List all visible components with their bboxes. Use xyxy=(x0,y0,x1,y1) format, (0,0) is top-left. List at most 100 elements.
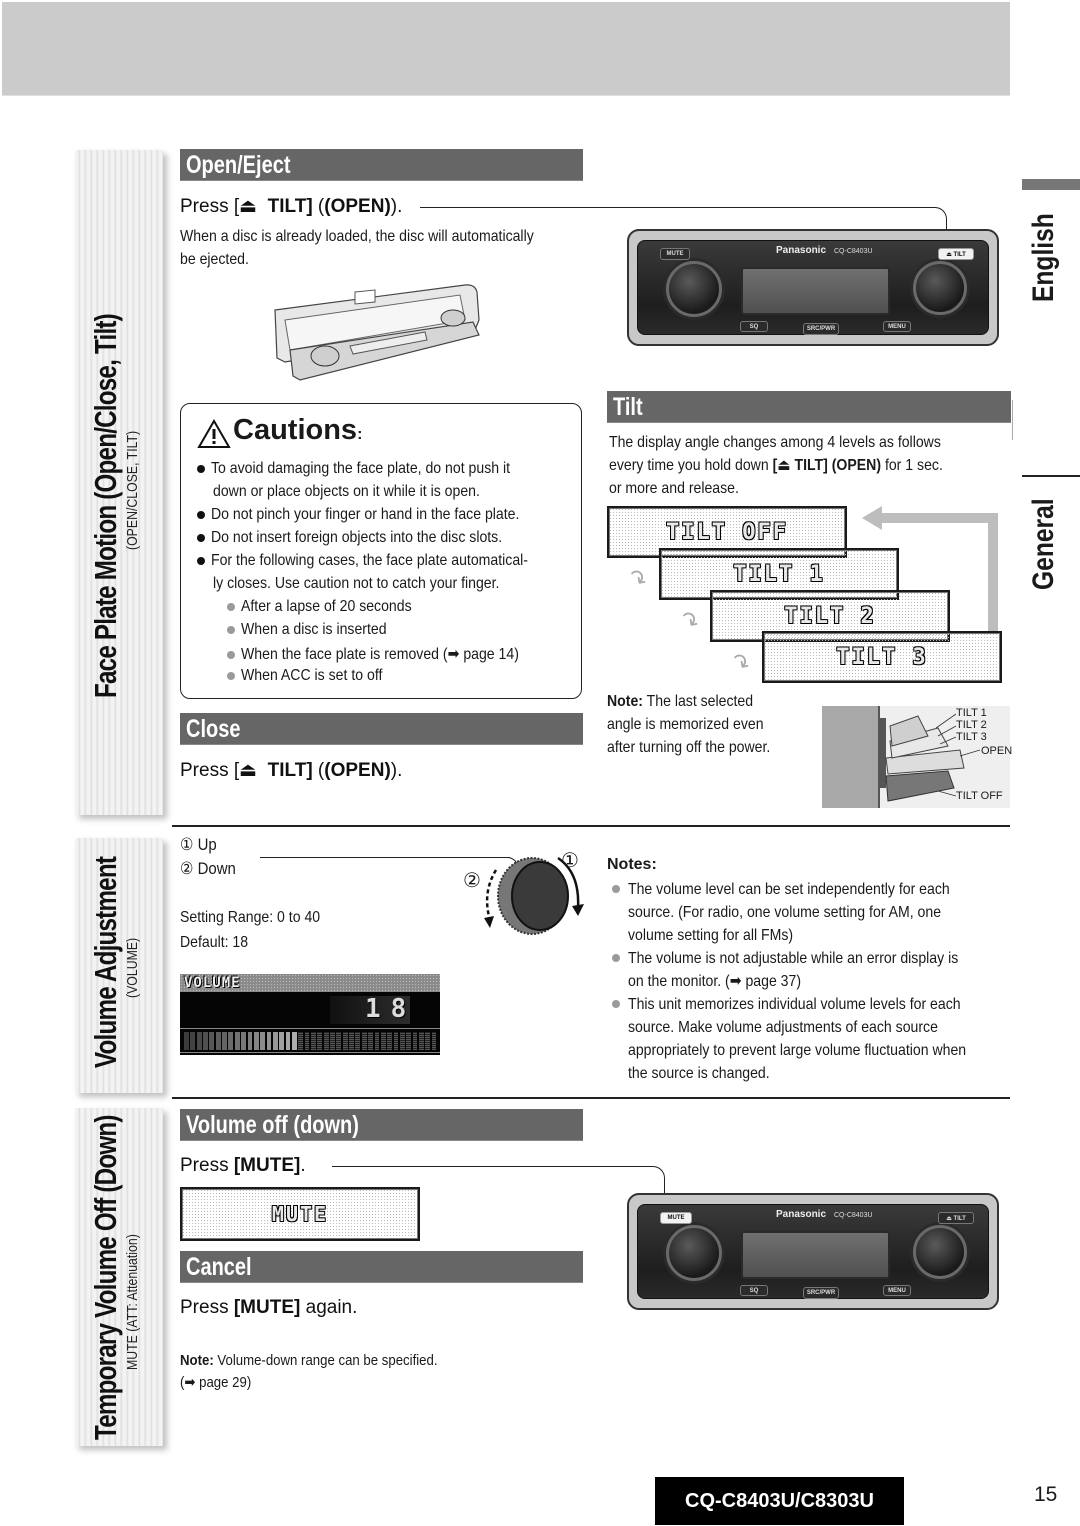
section-header-close: Close xyxy=(180,713,583,745)
section-divider xyxy=(172,825,1010,827)
stereo-src-button[interactable]: SRC/PWR xyxy=(803,1287,839,1299)
section-header-volume-off: Volume off (down) xyxy=(180,1109,583,1141)
volume-segment-lit xyxy=(203,1032,208,1050)
volume-segment-unlit xyxy=(355,1032,361,1050)
caution-item-cont: ly closes. Use caution not to catch your… xyxy=(213,575,500,592)
volume-segment-unlit xyxy=(399,1032,405,1050)
stereo-sq-button[interactable]: SQ xyxy=(740,1285,768,1296)
eject-icon: ⏏ xyxy=(239,196,258,217)
volume-notes-heading: Notes: xyxy=(607,856,657,873)
volume-range: Setting Range: 0 to 40 xyxy=(180,909,321,926)
tune-knob[interactable] xyxy=(913,261,967,315)
page-number: 15 xyxy=(1034,1483,1058,1506)
tilt-angle-diagram: TILT 1 TILT 2 TILT 3 OPEN TILT OFF xyxy=(822,706,1012,808)
volume-segment-unlit xyxy=(412,1032,418,1050)
section-tab-label: General xyxy=(1027,498,1060,590)
side-tab-title: Face Plate Motion (Open/Close, Tilt) xyxy=(88,314,123,698)
caution-sub-item: When a disc is inserted xyxy=(227,621,406,639)
cautions-box: Cautions: To avoid damaging the face pla… xyxy=(180,403,582,699)
stereo-front-panel: MUTE Panasonic CQ-C8403U ⏏ TILT SQ SRC/P… xyxy=(627,1193,999,1310)
volume-segment-unlit xyxy=(374,1032,380,1050)
stereo-src-button[interactable]: SRC/PWR xyxy=(803,323,839,335)
stereo-menu-button[interactable]: MENU xyxy=(883,1285,911,1296)
stereo-display xyxy=(741,1231,890,1279)
caution-sub-item: When ACC is set to off xyxy=(227,667,402,685)
volume-segment-unlit xyxy=(298,1032,304,1050)
volume-segment-unlit xyxy=(311,1032,316,1050)
volume-segment-unlit xyxy=(380,1032,386,1050)
side-tab-subtitle: (OPEN/CLOSE, TILT) xyxy=(124,430,141,550)
instruction-close: Press [⏏ TILT] ((OPEN)). xyxy=(180,760,403,781)
tilt-label-2: TILT 2 xyxy=(956,719,987,731)
volume-segment-unlit xyxy=(431,1032,437,1050)
eject-icon: ⏏ xyxy=(239,760,258,781)
volume-segment-lit xyxy=(266,1032,272,1050)
volume-segment-lit xyxy=(272,1032,278,1050)
tune-knob[interactable] xyxy=(913,1225,967,1279)
volume-display: VOLUME 18 xyxy=(180,974,440,1055)
volume-segment-unlit xyxy=(342,1032,348,1050)
model-badge: CQ-C8403U/C8303U xyxy=(655,1477,904,1525)
step-arrow-icon: ↷ xyxy=(674,605,705,637)
volume-segment-unlit xyxy=(418,1032,424,1050)
face-plate-open-illustration xyxy=(274,284,480,381)
stereo-brand: Panasonic xyxy=(776,1209,827,1220)
volume-segment-unlit xyxy=(323,1032,329,1050)
section-divider xyxy=(172,1097,1010,1099)
warning-icon xyxy=(197,419,231,448)
stereo-sq-button[interactable]: SQ xyxy=(740,321,768,332)
stereo-brand: Panasonic xyxy=(776,245,827,256)
side-tab-subtitle: (VOLUME) xyxy=(124,937,141,998)
volume-knob[interactable] xyxy=(666,1225,722,1281)
volume-segment-lit xyxy=(209,1032,215,1050)
volume-segment-lit xyxy=(196,1032,202,1050)
caution-item: Do not insert foreign objects into the d… xyxy=(197,529,542,547)
volume-segment-lit xyxy=(279,1032,285,1050)
stereo-tilt-button[interactable]: ⏏ TILT xyxy=(938,1212,974,1224)
side-tab-face-plate: Face Plate Motion (Open/Close, Tilt) (OP… xyxy=(75,150,163,815)
volume-segment-lit xyxy=(285,1032,291,1050)
volume-display-label: VOLUME xyxy=(184,975,241,991)
volume-segment-lit xyxy=(234,1032,240,1050)
stereo-mute-button[interactable]: MUTE xyxy=(660,248,690,260)
side-tab-title: Volume Adjustment xyxy=(88,856,123,1068)
volume-segment-lit xyxy=(241,1032,246,1050)
tilt-label-1: TILT 1 xyxy=(956,707,987,719)
tilt-note: Note: The last selected angle is memoriz… xyxy=(607,693,771,756)
stereo-tilt-button[interactable]: ⏏ TILT xyxy=(938,248,974,260)
stereo-menu-button[interactable]: MENU xyxy=(883,321,911,332)
stereo-mute-button[interactable]: MUTE xyxy=(660,1212,692,1224)
knob-mark-up: ① xyxy=(561,850,579,872)
instruction-mute: Press [MUTE]. xyxy=(180,1155,306,1176)
volume-segment-lit xyxy=(190,1032,196,1050)
caution-item-cont: down or place objects on it while it is … xyxy=(213,483,480,500)
caution-item: For the following cases, the face plate … xyxy=(197,552,571,570)
side-tab-subtitle: MUTE (ATT: Attenuation) xyxy=(124,1234,141,1370)
cautions-title: Cautions: xyxy=(233,414,363,446)
instruction-cancel: Press [MUTE] again. xyxy=(180,1297,358,1318)
volume-segment-lit xyxy=(253,1032,259,1050)
volume-segment-unlit xyxy=(349,1032,354,1050)
volume-display-value: 18 xyxy=(365,994,417,1024)
instruction-open: Press [⏏ TILT] ((OPEN)). xyxy=(180,196,403,217)
volume-knob[interactable] xyxy=(666,261,722,317)
volume-note-item: This unit memorizes individual volume le… xyxy=(612,993,1012,1085)
stereo-front-panel: MUTE Panasonic CQ-C8403U ⏏ TILT SQ SRC/P… xyxy=(627,229,999,346)
volume-segment-unlit xyxy=(336,1032,342,1050)
section-header-cancel: Cancel xyxy=(180,1251,583,1283)
tilt-display-3: TILT 3 xyxy=(762,631,1002,683)
volume-segment-lit xyxy=(260,1032,266,1050)
volume-segment-unlit xyxy=(368,1032,373,1050)
volume-segment-unlit xyxy=(425,1032,431,1050)
volume-segment-unlit xyxy=(393,1032,399,1050)
language-tab-label: English xyxy=(1027,213,1060,302)
mute-note-page-ref: (➡ page 29) xyxy=(180,1374,252,1391)
tilt-description: The display angle changes among 4 levels… xyxy=(609,434,943,497)
caution-sub-item: When the face plate is removed (➡ page 1… xyxy=(227,644,557,664)
volume-level-bar xyxy=(184,1032,438,1050)
volume-segment-unlit xyxy=(406,1032,412,1050)
open-description: When a disc is already loaded, the disc … xyxy=(180,228,534,268)
volume-up-label: ① Up xyxy=(180,835,217,854)
step-arrow-icon: ↷ xyxy=(725,647,756,679)
stereo-display xyxy=(741,267,890,315)
